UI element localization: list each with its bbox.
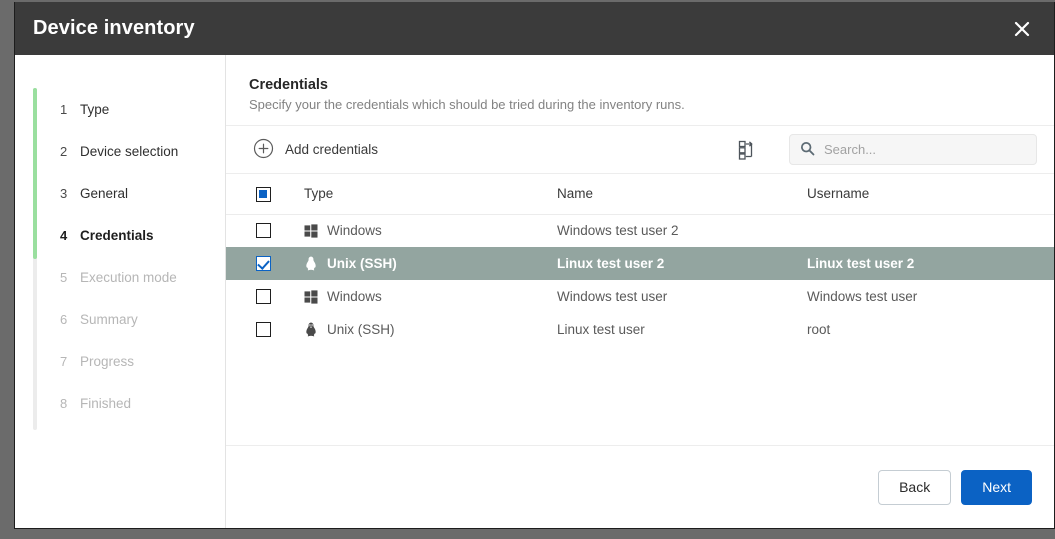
row-checkbox[interactable] (256, 322, 271, 337)
table-row[interactable]: Windows Windows test userWindows test use… (226, 280, 1054, 313)
row-checkbox[interactable] (256, 256, 271, 271)
dialog-title: Device inventory (33, 17, 195, 40)
plus-circle-icon (253, 138, 274, 162)
stepper-item-label: Finished (80, 396, 131, 411)
add-credentials-label: Add credentials (285, 142, 378, 157)
cell-type-label: Unix (SSH) (327, 322, 395, 337)
credentials-toolbar: Add credentials (226, 125, 1054, 174)
cell-username: root (807, 313, 1054, 346)
dialog-body: 1Type2Device selection3General4Credentia… (15, 55, 1054, 528)
row-select-cell (226, 247, 304, 280)
stepper-item-label: Summary (80, 312, 138, 327)
table-body: Windows Windows test user 2 Unix (SSH) Linu… (226, 214, 1054, 346)
cell-username: Linux test user 2 (807, 247, 1054, 280)
stepper-item-number: 4 (60, 228, 80, 243)
stepper-item-number: 6 (60, 312, 80, 327)
cell-type: Windows (304, 280, 557, 313)
dialog-titlebar: Device inventory (15, 2, 1054, 55)
row-select-cell (226, 313, 304, 346)
tux-icon (304, 256, 318, 271)
stepper-item-label: Type (80, 102, 109, 117)
stepper-item-number: 7 (60, 354, 80, 369)
cell-username: Windows test user (807, 280, 1054, 313)
stepper-item-number: 2 (60, 144, 80, 159)
windows-icon (304, 224, 318, 238)
stepper-item-label: General (80, 186, 128, 201)
table-row[interactable]: Unix (SSH) Linux test userroot (226, 313, 1054, 346)
pane-header: Credentials Specify your the credentials… (226, 55, 1054, 125)
cell-type-label: Unix (SSH) (327, 256, 397, 271)
stepper-item-device-selection[interactable]: 2Device selection (15, 130, 225, 172)
stepper-item-label: Credentials (80, 228, 154, 243)
stepper-item-general[interactable]: 3General (15, 172, 225, 214)
column-header-name[interactable]: Name (557, 174, 807, 214)
stepper-item-number: 3 (60, 186, 80, 201)
stepper-item-number: 5 (60, 270, 80, 285)
stepper-item-execution-mode: 5Execution mode (15, 256, 225, 298)
next-button[interactable]: Next (961, 470, 1032, 505)
cell-name: Windows test user (557, 280, 807, 313)
credentials-table: Type Name Username Windows Windows test u… (226, 174, 1054, 347)
cell-name: Windows test user 2 (557, 214, 807, 247)
stepper-item-finished: 8Finished (15, 382, 225, 424)
search-box[interactable] (789, 134, 1037, 165)
tux-icon (304, 322, 318, 337)
table-header: Type Name Username (226, 174, 1054, 214)
cell-name: Linux test user (557, 313, 807, 346)
add-credentials-button[interactable]: Add credentials (249, 134, 382, 166)
cell-name: Linux test user 2 (557, 247, 807, 280)
stepper-item-summary: 6Summary (15, 298, 225, 340)
stepper-item-number: 8 (60, 396, 80, 411)
cell-type-label: Windows (327, 289, 382, 304)
stepper-item-label: Progress (80, 354, 134, 369)
cell-type: Windows (304, 214, 557, 247)
page-subtitle: Specify your the credentials which shoul… (249, 97, 1030, 112)
row-checkbox[interactable] (256, 223, 271, 238)
row-select-cell (226, 280, 304, 313)
table-header-row: Type Name Username (226, 174, 1054, 214)
stepper-list: 1Type2Device selection3General4Credentia… (15, 88, 225, 424)
column-header-username[interactable]: Username (807, 174, 1054, 214)
page-title: Credentials (249, 77, 1030, 93)
table-row[interactable]: Windows Windows test user 2 (226, 214, 1054, 247)
cell-type: Unix (SSH) (304, 247, 557, 280)
column-header-type[interactable]: Type (304, 174, 557, 214)
wizard-main-pane: Credentials Specify your the credentials… (226, 55, 1054, 528)
cell-type-label: Windows (327, 223, 382, 238)
dialog-footer: Back Next (226, 446, 1054, 528)
back-button[interactable]: Back (878, 470, 951, 505)
row-checkbox[interactable] (256, 289, 271, 304)
cell-type: Unix (SSH) (304, 313, 557, 346)
stepper-item-progress: 7Progress (15, 340, 225, 382)
wizard-stepper: 1Type2Device selection3General4Credentia… (15, 55, 226, 528)
select-all-checkbox[interactable] (256, 187, 271, 202)
cell-username (807, 214, 1054, 247)
stepper-item-label: Execution mode (80, 270, 177, 285)
stepper-item-credentials[interactable]: 4Credentials (15, 214, 225, 256)
device-inventory-dialog: Device inventory 1Type2Device selection3… (14, 2, 1055, 529)
stepper-item-number: 1 (60, 102, 80, 117)
windows-icon (304, 290, 318, 304)
stepper-item-label: Device selection (80, 144, 178, 159)
close-icon[interactable] (1008, 15, 1036, 43)
select-all-header (226, 174, 304, 214)
row-select-cell (226, 214, 304, 247)
table-row[interactable]: Unix (SSH) Linux test user 2Linux test us… (226, 247, 1054, 280)
stepper-item-type[interactable]: 1Type (15, 88, 225, 130)
search-input[interactable] (824, 142, 1026, 157)
search-icon (800, 141, 815, 159)
group-columns-icon[interactable] (733, 135, 763, 165)
credentials-table-area: Type Name Username Windows Windows test u… (226, 174, 1054, 446)
